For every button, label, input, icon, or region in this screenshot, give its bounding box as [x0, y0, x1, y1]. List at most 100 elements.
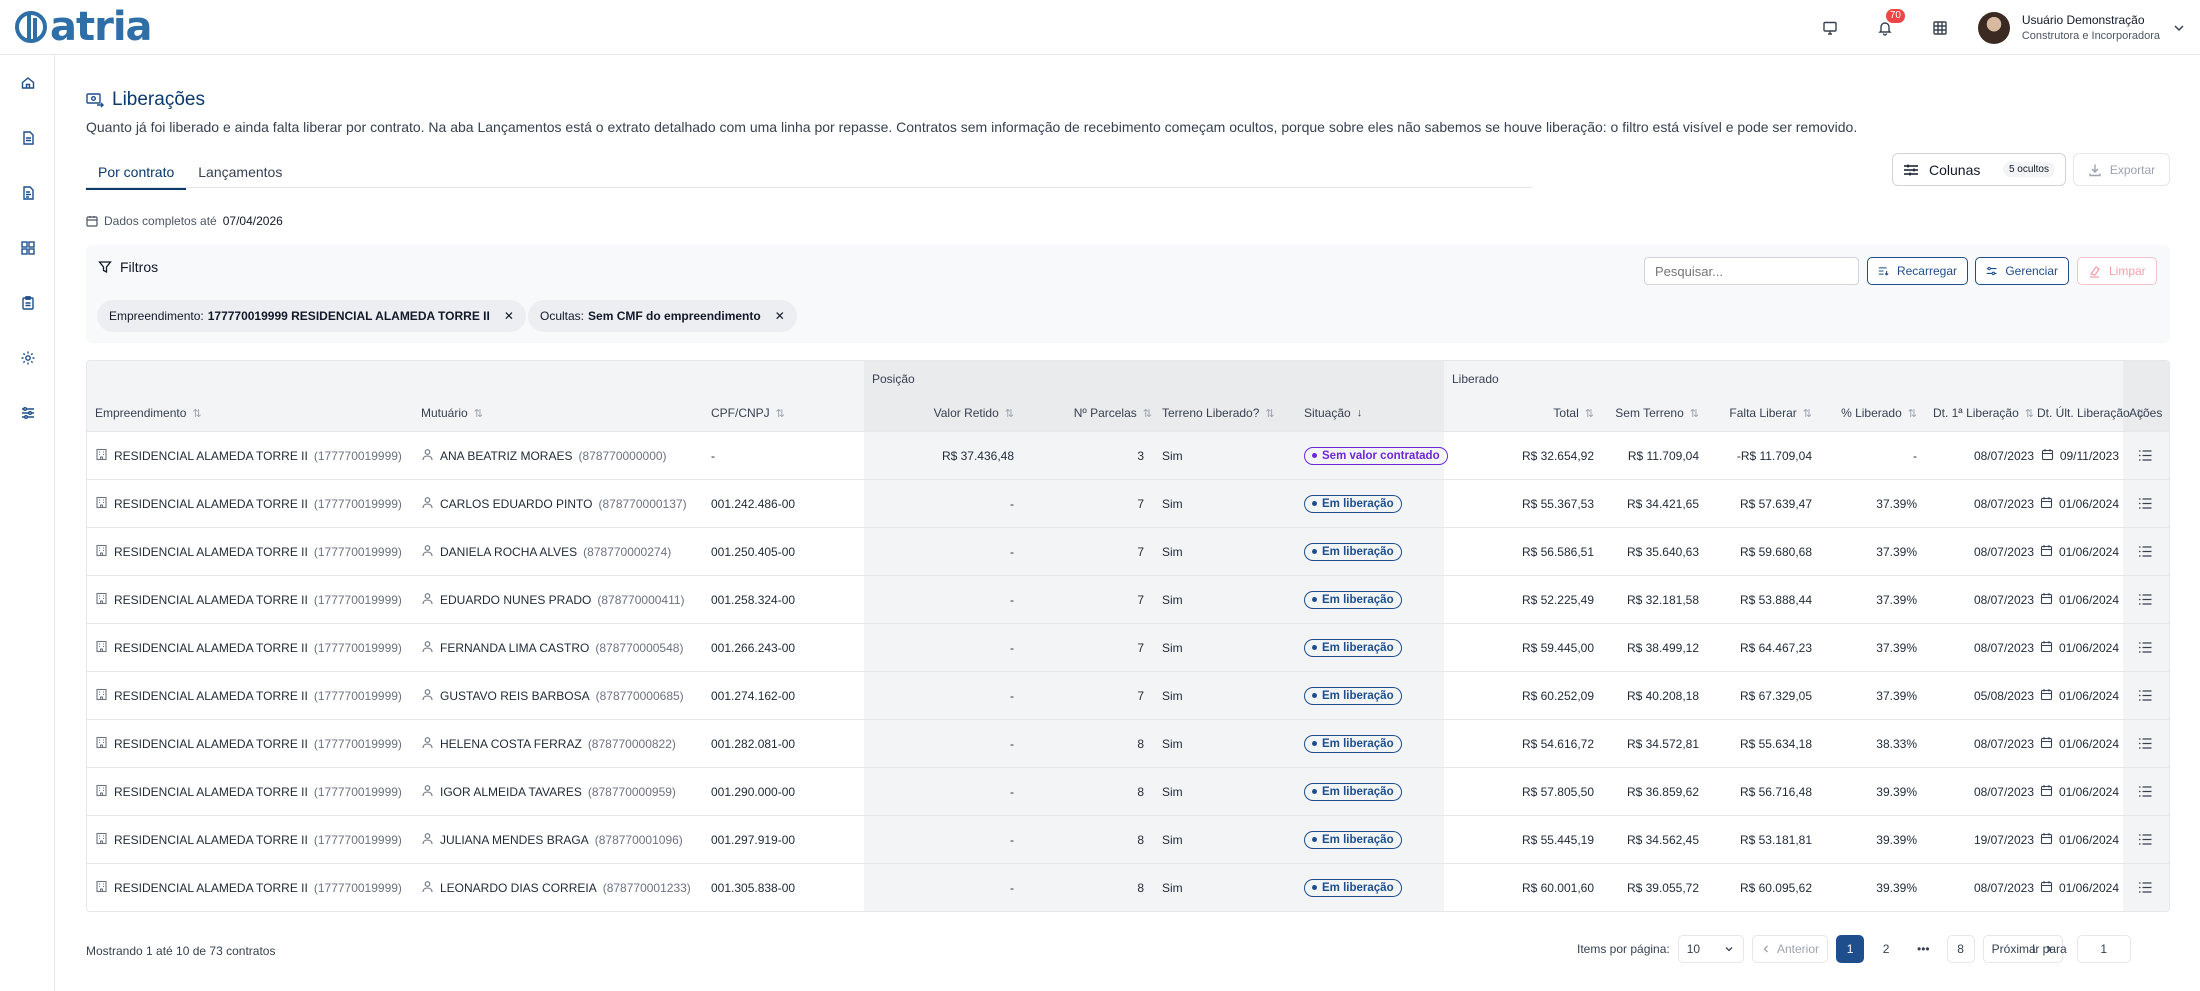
row-actions-icon[interactable] [2138, 624, 2153, 671]
status-label: Em liberação [1322, 497, 1394, 510]
user-menu[interactable]: Usuário Demonstração Construtora e Incor… [1968, 11, 2200, 44]
col-mutuario[interactable]: Mutuário ⇅ [421, 395, 483, 431]
col-falta-liberar[interactable]: Falta Liberar ⇅ [1702, 395, 1812, 431]
columns-button[interactable]: Colunas 5 ocultos [1892, 153, 2066, 186]
export-button[interactable]: Exportar [2073, 153, 2170, 186]
sidebar-item-reports[interactable] [0, 165, 55, 220]
cell-valor-retido: - [1010, 832, 1014, 847]
sidebar-item-adjustments[interactable] [0, 385, 55, 440]
calendar-icon[interactable] [2040, 640, 2053, 656]
atria-logo[interactable]: atria [14, 4, 153, 50]
table-row[interactable]: RESIDENCIAL ALAMEDA TORRE II (1777700199… [87, 863, 2169, 911]
table-row[interactable]: RESIDENCIAL ALAMEDA TORRE II (1777700199… [87, 431, 2169, 479]
page-button-1[interactable]: 1 [1836, 935, 1865, 963]
table-row[interactable]: RESIDENCIAL ALAMEDA TORRE II (1777700199… [87, 671, 2169, 719]
row-actions-icon[interactable] [2138, 672, 2153, 719]
cell-terreno: Sim [1162, 544, 1183, 559]
col-parcelas[interactable]: Nº Parcelas ⇅ [1017, 395, 1152, 431]
table-row[interactable]: RESIDENCIAL ALAMEDA TORRE II (1777700199… [87, 623, 2169, 671]
row-actions-icon[interactable] [2138, 432, 2153, 479]
cell-pct-liberado: 39.39% [1876, 832, 1917, 847]
reload-button-label: Recarregar [1896, 264, 1957, 278]
cell-dt-primeira: 08/07/2023 [1973, 496, 2034, 511]
clear-button[interactable]: Limpar [2077, 257, 2157, 285]
top-bar: atria 70 Usuário Demonstração Construtor… [0, 0, 2200, 55]
sort-icon: ⇅ [1689, 407, 1699, 420]
building-icon [95, 832, 108, 848]
row-actions-icon[interactable] [2138, 864, 2153, 911]
col-cpf[interactable]: CPF/CNPJ ⇅ [711, 395, 785, 431]
row-actions-icon[interactable] [2138, 816, 2153, 863]
col-dt-primeira[interactable]: Dt. 1ª Liberação ⇅ [1920, 395, 2034, 431]
close-icon[interactable]: ✕ [504, 309, 514, 323]
col-sem-terreno[interactable]: Sem Terreno ⇅ [1597, 395, 1699, 431]
monitor-icon[interactable] [1803, 0, 1858, 55]
page-button-8[interactable]: 8 [1946, 935, 1975, 963]
cell-falta-liberar: R$ 53.181,81 [1739, 832, 1812, 847]
calendar-icon[interactable] [2040, 832, 2053, 848]
columns-settings-icon [1904, 164, 1918, 175]
calendar-icon[interactable] [2041, 448, 2054, 464]
status-badge: Em liberação [1304, 734, 1402, 753]
tab-lancamentos[interactable]: Lançamentos [186, 158, 294, 190]
calendar-icon[interactable] [2040, 592, 2053, 608]
filter-chip-empreendimento[interactable]: Empreendimento: 177770019999 RESIDENCIAL… [97, 300, 526, 332]
sidebar-item-settings[interactable] [0, 330, 55, 385]
calendar-icon[interactable] [2040, 880, 2053, 896]
table-row[interactable]: RESIDENCIAL ALAMEDA TORRE II (1777700199… [87, 815, 2169, 863]
col-label: Total [1553, 406, 1579, 420]
bell-icon[interactable]: 70 [1858, 0, 1913, 55]
calendar-icon[interactable] [2040, 784, 2053, 800]
tab-por-contrato[interactable]: Por contrato [86, 158, 187, 190]
page-description: Quanto já foi liberado e ainda falta lib… [86, 119, 1858, 135]
money-transfer-icon [86, 93, 104, 108]
calendar-icon[interactable] [2040, 688, 2053, 704]
table-row[interactable]: RESIDENCIAL ALAMEDA TORRE II (1777700199… [87, 527, 2169, 575]
calendar-icon[interactable] [2040, 736, 2053, 752]
goto-input[interactable]: 1 [2076, 935, 2131, 963]
emp-code: (177770019999) [313, 832, 402, 847]
row-actions-icon[interactable] [2138, 480, 2153, 527]
apps-grid-icon[interactable] [1913, 0, 1968, 55]
sidebar-item-dashboard[interactable] [0, 220, 55, 275]
row-actions-icon[interactable] [2138, 528, 2153, 575]
prev-page-button[interactable]: Anterior [1752, 935, 1829, 963]
calendar-icon[interactable] [2040, 496, 2053, 512]
cell-parcelas: 8 [1137, 880, 1144, 895]
col-pct-liberado[interactable]: % Liberado ⇅ [1815, 395, 1917, 431]
row-actions-icon[interactable] [2138, 576, 2153, 623]
status-label: Em liberação [1322, 689, 1394, 702]
search-input[interactable] [1644, 257, 1859, 285]
table-row[interactable]: RESIDENCIAL ALAMEDA TORRE II (1777700199… [87, 479, 2169, 527]
building-icon [95, 640, 108, 656]
table-row[interactable]: RESIDENCIAL ALAMEDA TORRE II (1777700199… [87, 767, 2169, 815]
cell-terreno: Sim [1162, 496, 1183, 511]
cell-cpf: 001.305.838-00 [711, 880, 796, 895]
row-actions-icon[interactable] [2138, 768, 2153, 815]
dt-ultima-value: 01/06/2024 [2058, 496, 2119, 511]
eraser-icon [2089, 265, 2100, 278]
filters-title[interactable]: Filtros [98, 259, 158, 275]
col-terreno[interactable]: Terreno Liberado? ⇅ [1162, 395, 1275, 431]
per-page-select[interactable]: 10 [1677, 935, 1744, 963]
cell-terreno: Sim [1162, 832, 1183, 847]
col-situacao[interactable]: Situação ↓ [1304, 395, 1362, 431]
filter-chip-ocultas[interactable]: Ocultas: Sem CMF do empreendimento ✕ [528, 300, 797, 332]
col-dt-ultima[interactable]: Dt. Últ. Liberação ⇅ [2037, 395, 2145, 431]
manage-button[interactable]: Gerenciar [1975, 257, 2069, 285]
close-icon[interactable]: ✕ [775, 309, 785, 323]
mutuario-code: (878770000685) [595, 688, 684, 703]
table-row[interactable]: RESIDENCIAL ALAMEDA TORRE II (1777700199… [87, 575, 2169, 623]
table-row[interactable]: RESIDENCIAL ALAMEDA TORRE II (1777700199… [87, 719, 2169, 767]
col-total[interactable]: Total ⇅ [1444, 395, 1594, 431]
col-empreendimento[interactable]: Empreendimento ⇅ [95, 395, 202, 431]
sidebar-item-home[interactable] [0, 55, 55, 110]
calendar-icon[interactable] [2040, 544, 2053, 560]
cell-cpf: 001.250.405-00 [711, 544, 796, 559]
sidebar-item-documents[interactable] [0, 110, 55, 165]
sidebar-item-clipboard[interactable] [0, 275, 55, 330]
reload-button[interactable]: Recarregar [1867, 257, 1968, 285]
col-valor-retido[interactable]: Valor Retido ⇅ [864, 395, 1014, 431]
page-button-2[interactable]: 2 [1872, 935, 1901, 963]
row-actions-icon[interactable] [2138, 720, 2153, 767]
